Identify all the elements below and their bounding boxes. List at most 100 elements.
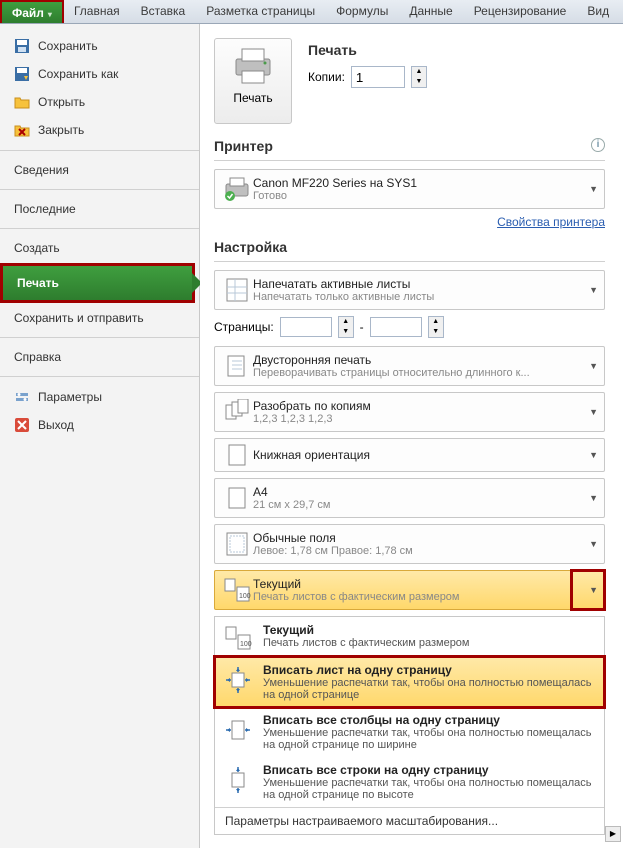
folder-open-icon — [14, 94, 30, 110]
spin-down-icon[interactable]: ▼ — [412, 77, 426, 87]
fit-page-icon — [224, 665, 252, 695]
collate-icon — [224, 399, 250, 425]
sidebar-open[interactable]: Открыть — [0, 88, 199, 116]
pages-from-input[interactable] — [280, 317, 332, 337]
spin-up-icon[interactable]: ▲ — [412, 67, 426, 77]
info-icon[interactable]: i — [591, 138, 605, 152]
portrait-icon — [227, 443, 247, 467]
svg-text:100: 100 — [239, 593, 251, 600]
scaling-selector[interactable]: 100 ТекущийПечать листов с фактическим р… — [214, 570, 605, 610]
print-button-label: Печать — [215, 91, 291, 105]
scaling-option-fit-columns[interactable]: Вписать все столбцы на одну страницуУмен… — [215, 707, 604, 757]
sidebar-info[interactable]: Сведения — [0, 157, 199, 183]
scaling-custom-link[interactable]: Параметры настраиваемого масштабирования… — [215, 807, 604, 834]
sidebar-label: Закрыть — [38, 123, 84, 137]
sidebar-label: Печать — [17, 276, 59, 290]
sidebar-options[interactable]: Параметры — [0, 383, 199, 411]
collate-selector[interactable]: Разобрать по копиям1,2,3 1,2,3 1,2,3 ▼ — [214, 392, 605, 432]
printer-properties-link[interactable]: Свойства принтера — [214, 215, 605, 229]
settings-section-title: Настройка — [214, 239, 605, 255]
sidebar-close[interactable]: Закрыть — [0, 116, 199, 144]
sidebar-help[interactable]: Справка — [0, 344, 199, 370]
sidebar-save-send[interactable]: Сохранить и отправить — [0, 305, 199, 331]
sidebar-exit[interactable]: Выход — [0, 411, 199, 439]
sidebar-label: Сохранить и отправить — [14, 311, 144, 325]
chevron-down-icon: ▼ — [589, 493, 598, 503]
sidebar-label: Последние — [14, 202, 76, 216]
tab-page-layout[interactable]: Разметка страницы — [196, 0, 326, 23]
sidebar-label: Сведения — [14, 163, 69, 177]
copies-input[interactable] — [351, 66, 405, 88]
sheets-icon — [225, 277, 249, 303]
save-as-icon — [14, 66, 30, 82]
print-title: Печать — [308, 42, 427, 58]
sidebar-label: Справка — [14, 350, 61, 364]
close-doc-icon — [14, 122, 30, 138]
sidebar-new[interactable]: Создать — [0, 235, 199, 261]
tab-data[interactable]: Данные — [399, 0, 463, 23]
copies-label: Копии: — [308, 70, 345, 84]
sidebar-save[interactable]: Сохранить — [0, 32, 199, 60]
printer-section-title: Принтерi — [214, 138, 605, 154]
paper-icon — [227, 486, 247, 510]
print-what-selector[interactable]: Напечатать активные листыНапечатать толь… — [214, 270, 605, 310]
printer-ready-icon — [224, 176, 250, 202]
tab-home[interactable]: Главная — [64, 0, 131, 23]
scaling-option-current[interactable]: 100 ТекущийПечать листов с фактическим р… — [215, 617, 604, 657]
tab-review[interactable]: Рецензирование — [464, 0, 578, 23]
pages-to-input[interactable] — [370, 317, 422, 337]
chevron-down-icon: ▼ — [589, 539, 598, 549]
highlight-print: Печать — [0, 263, 195, 303]
pages-from-spinner[interactable]: ▲▼ — [338, 316, 354, 338]
print-panel: Печать Печать Копии: ▲▼ Принтерi Canon M… — [200, 24, 623, 848]
svg-text:100: 100 — [240, 641, 252, 648]
printer-name: Canon MF220 Series на SYS1 — [253, 176, 598, 190]
margins-icon — [225, 531, 249, 557]
printer-status: Готово — [253, 190, 598, 202]
sidebar-label: Сохранить как — [38, 67, 118, 81]
pages-label: Страницы: — [214, 320, 274, 334]
ribbon-tabs: Файл Главная Вставка Разметка страницы Ф… — [0, 0, 623, 24]
copies-spinner[interactable]: ▲▼ — [411, 66, 427, 88]
print-button[interactable]: Печать — [214, 38, 292, 124]
sidebar-label: Сохранить — [38, 39, 98, 53]
chevron-down-icon: ▼ — [589, 407, 598, 417]
margins-selector[interactable]: Обычные поляЛевое: 1,78 см Правое: 1,78 … — [214, 524, 605, 564]
tab-insert[interactable]: Вставка — [131, 0, 197, 23]
scaling-dropdown-menu: 100 ТекущийПечать листов с фактическим р… — [214, 616, 605, 835]
orientation-selector[interactable]: Книжная ориентация ▼ — [214, 438, 605, 472]
paper-size-selector[interactable]: A421 см x 29,7 см ▼ — [214, 478, 605, 518]
duplex-icon — [225, 353, 249, 379]
tab-view[interactable]: Вид — [577, 0, 620, 23]
highlight-scaling-dropdown — [570, 569, 606, 611]
sidebar-recent[interactable]: Последние — [0, 196, 199, 222]
printer-selector[interactable]: Canon MF220 Series на SYS1Готово ▼ — [214, 169, 605, 209]
sidebar-save-as[interactable]: Сохранить как — [0, 60, 199, 88]
pages-to-spinner[interactable]: ▲▼ — [428, 316, 444, 338]
sidebar-print[interactable]: Печать — [3, 266, 192, 300]
fit-columns-icon — [224, 715, 252, 745]
chevron-down-icon: ▼ — [589, 450, 598, 460]
chevron-down-icon: ▼ — [589, 184, 598, 194]
exit-icon — [14, 417, 30, 433]
scaling-option-fit-sheet[interactable]: Вписать лист на одну страницуУменьшение … — [215, 657, 604, 707]
chevron-down-icon: ▼ — [589, 361, 598, 371]
fit-rows-icon — [224, 765, 252, 795]
options-icon — [14, 389, 30, 405]
scaling-current-icon: 100 — [224, 625, 252, 651]
sidebar-label: Параметры — [38, 390, 102, 404]
scaling-option-fit-rows[interactable]: Вписать все строки на одну страницуУмень… — [215, 757, 604, 807]
printer-icon — [232, 47, 274, 85]
tab-file[interactable]: Файл — [0, 0, 64, 23]
pages-range: Страницы: ▲▼ - ▲▼ — [214, 316, 605, 338]
scroll-right-button[interactable]: ▶ — [605, 826, 621, 842]
tab-formulas[interactable]: Формулы — [326, 0, 399, 23]
backstage-sidebar: Сохранить Сохранить как Открыть Закрыть … — [0, 24, 200, 848]
sidebar-label: Выход — [38, 418, 74, 432]
sidebar-label: Открыть — [38, 95, 85, 109]
scaling-current-icon: 100 — [223, 577, 251, 603]
sidebar-label: Создать — [14, 241, 60, 255]
chevron-down-icon: ▼ — [589, 285, 598, 295]
duplex-selector[interactable]: Двусторонняя печатьПереворачивать страни… — [214, 346, 605, 386]
pages-dash: - — [360, 320, 364, 334]
